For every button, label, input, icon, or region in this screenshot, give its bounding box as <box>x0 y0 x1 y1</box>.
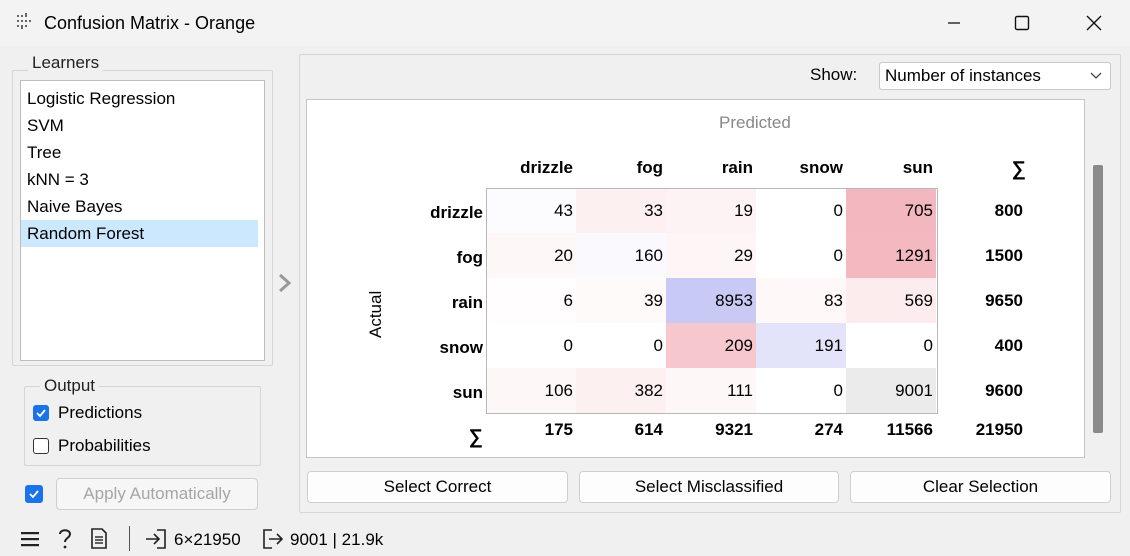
status-bar <box>0 522 1130 556</box>
close-icon <box>1086 15 1102 31</box>
learner-item[interactable]: Naive Bayes <box>21 193 258 220</box>
matrix-cell[interactable]: 83 <box>756 278 846 323</box>
column-header: drizzle <box>520 158 573 177</box>
matrix-cell[interactable]: 569 <box>846 278 936 323</box>
output-icon <box>263 529 284 549</box>
sum-row-header: ∑ <box>468 426 483 448</box>
learners-list[interactable]: Logistic Regression SVM Tree kNN = 3 Nai… <box>20 80 265 361</box>
matrix-cell[interactable]: 19 <box>666 188 756 233</box>
column-total: 9321 <box>715 420 753 439</box>
show-dropdown[interactable]: Number of instances <box>879 62 1111 90</box>
minimize-button[interactable] <box>931 8 977 38</box>
grand-total: 21950 <box>975 420 1023 439</box>
row-total: 1500 <box>985 246 1023 265</box>
chevron-down-icon <box>1090 72 1102 79</box>
matrix-cell[interactable]: 0 <box>576 323 666 368</box>
select-misclassified-button[interactable]: Select Misclassified <box>579 471 839 503</box>
predictions-checkbox[interactable] <box>33 405 49 421</box>
row-total: 9650 <box>985 291 1023 310</box>
sum-column-header: ∑ <box>1011 158 1026 180</box>
column-total: 614 <box>634 420 663 439</box>
show-dropdown-value: Number of instances <box>885 66 1041 85</box>
clear-selection-button[interactable]: Clear Selection <box>850 471 1111 503</box>
learner-item[interactable]: Tree <box>21 139 258 166</box>
chevron-right-icon[interactable] <box>276 272 294 294</box>
matrix-cell[interactable]: 160 <box>576 233 666 278</box>
column-total: 274 <box>814 420 843 439</box>
row-header: fog <box>456 248 483 267</box>
maximize-button[interactable] <box>999 8 1045 38</box>
matrix-cell[interactable]: 0 <box>486 323 576 368</box>
matrix-cell[interactable]: 0 <box>756 233 846 278</box>
matrix-cell[interactable]: 1291 <box>846 233 936 278</box>
predictions-label[interactable]: Predictions <box>58 403 142 423</box>
column-header: snow <box>799 158 843 177</box>
output-summary: 9001 | 21.9k <box>290 530 384 549</box>
row-header: rain <box>451 293 483 312</box>
check-icon <box>29 490 39 499</box>
row-header: snow <box>439 338 483 357</box>
matrix-cell[interactable]: 20 <box>486 233 576 278</box>
check-icon <box>36 409 46 418</box>
matrix-cell[interactable]: 8953 <box>666 278 756 323</box>
column-total: 11566 <box>886 420 933 439</box>
row-header: drizzle <box>430 203 483 222</box>
column-header: rain <box>721 158 753 177</box>
matrix-cell[interactable]: 705 <box>846 188 936 233</box>
row-total: 400 <box>994 336 1023 355</box>
output-group-title: Output <box>40 376 100 396</box>
column-header: fog <box>636 158 663 177</box>
learner-item[interactable]: Logistic Regression <box>21 85 258 112</box>
column-header: sun <box>902 158 933 177</box>
matrix-cell[interactable]: 0 <box>846 323 936 368</box>
select-correct-button[interactable]: Select Correct <box>307 471 568 503</box>
matrix-cell[interactable]: 43 <box>486 188 576 233</box>
matrix-cell[interactable]: 191 <box>756 323 846 368</box>
row-total: 800 <box>994 201 1023 220</box>
close-button[interactable] <box>1071 8 1117 38</box>
orange-app-icon <box>17 13 31 29</box>
apply-button[interactable]: Apply Automatically <box>56 478 258 510</box>
matrix-cell[interactable]: 39 <box>576 278 666 323</box>
learners-group-title: Learners <box>28 53 104 73</box>
predicted-axis-label: Predicted <box>719 113 791 132</box>
maximize-icon <box>1014 15 1030 31</box>
matrix-cell[interactable]: 0 <box>756 188 846 233</box>
column-total: 175 <box>544 420 573 439</box>
minimize-icon <box>948 22 960 24</box>
help-icon[interactable] <box>56 528 74 550</box>
window-title: Confusion Matrix - Orange <box>44 13 256 33</box>
matrix-cell[interactable]: 33 <box>576 188 666 233</box>
input-summary: 6×21950 <box>174 530 241 549</box>
input-icon <box>146 529 166 549</box>
probabilities-checkbox[interactable] <box>33 438 49 454</box>
menu-icon[interactable] <box>20 530 40 548</box>
show-label: Show: <box>810 65 858 84</box>
apply-automatically-checkbox[interactable] <box>25 485 43 503</box>
learner-item[interactable]: kNN = 3 <box>21 166 258 193</box>
learner-item[interactable]: SVM <box>21 112 258 139</box>
status-divider <box>129 526 130 551</box>
row-header: sun <box>452 383 483 402</box>
report-icon[interactable] <box>90 528 108 550</box>
learner-item-selected[interactable]: Random Forest <box>21 220 258 247</box>
vertical-scrollbar[interactable] <box>1093 165 1103 433</box>
matrix-cell[interactable]: 209 <box>666 323 756 368</box>
matrix-cell[interactable]: 29 <box>666 233 756 278</box>
matrix-cell[interactable]: 6 <box>486 278 576 323</box>
probabilities-label[interactable]: Probabilities <box>58 436 151 456</box>
